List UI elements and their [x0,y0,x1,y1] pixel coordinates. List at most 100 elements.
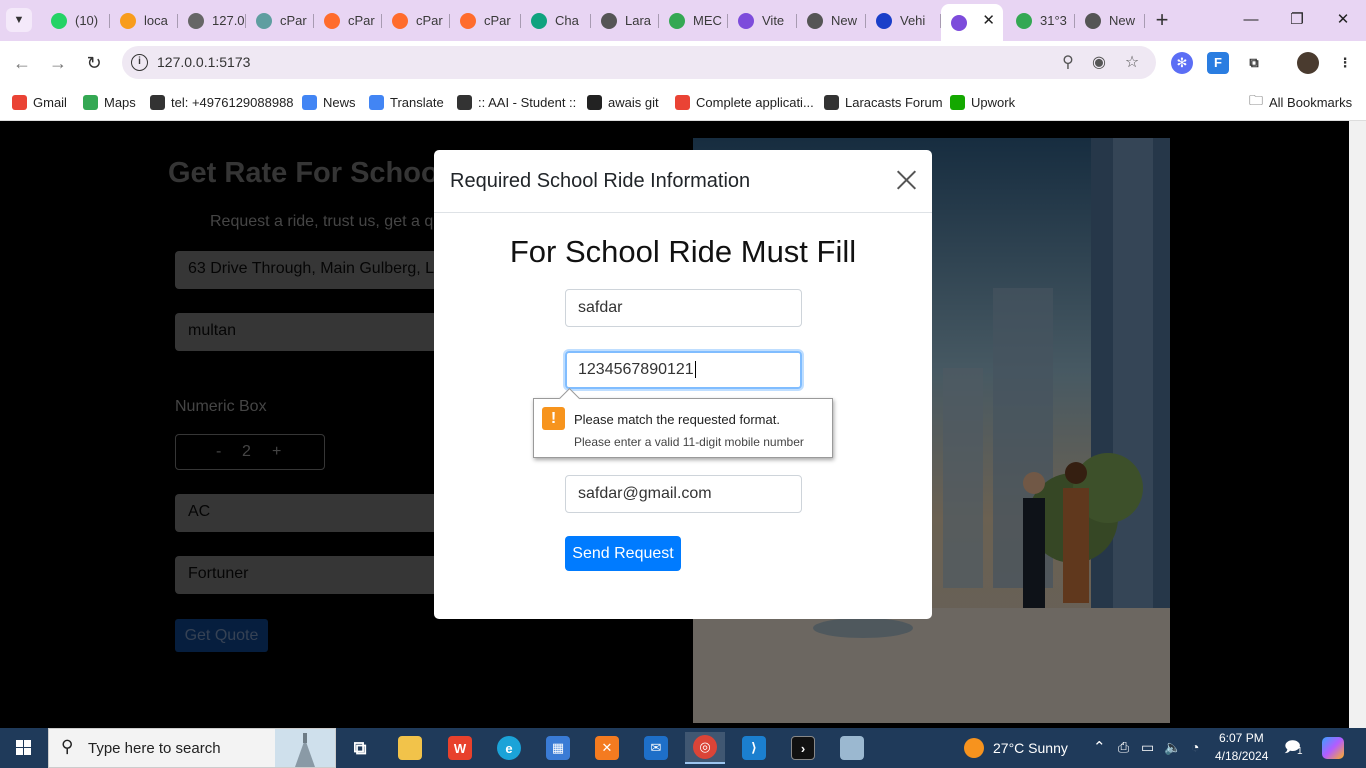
bookmark-item[interactable]: Upwork [950,92,1015,112]
whatsapp-icon [51,12,67,29]
bookmark-label: Translate [390,94,444,110]
tab-label: Vite [762,13,785,28]
arrow-right-icon: → [49,53,67,73]
bookmark-item[interactable]: awais git [587,92,659,112]
tab-separator [1144,14,1145,28]
new-tab-button[interactable]: + [1150,6,1174,34]
task-view-button[interactable]: ⧉ [340,732,380,764]
chevron-up-icon[interactable]: ⌃ [1093,738,1106,756]
tab-label: loca [144,13,168,28]
all-bookmarks[interactable]: 🗀 All Bookmarks [1249,92,1352,112]
email-field[interactable]: safdar@gmail.com [565,475,802,513]
browser-tab[interactable]: 127.0 [178,6,246,35]
browser-tab[interactable]: Vehi [866,6,941,35]
meet-now-icon[interactable]: ⎙ [1118,739,1129,756]
close-window-button[interactable]: ✕ [1320,0,1366,40]
site-info-icon[interactable]: i [131,54,148,71]
wifi-icon[interactable]: ◔ [1191,739,1199,755]
xampp-button[interactable]: ✕ [587,732,627,764]
store-button[interactable]: ▦ [538,732,578,764]
gmail-icon [12,94,27,110]
file-explorer-button[interactable] [390,732,430,764]
globe-icon [601,12,617,29]
browser-tab[interactable]: New [1075,6,1145,35]
bookmark-item[interactable]: Complete applicati... [675,92,814,112]
terminal-button[interactable]: › [783,732,823,764]
browser-tab[interactable]: New [797,6,866,35]
send-request-button[interactable]: Send Request [565,536,681,571]
reload-button[interactable]: ↻ [80,49,108,77]
bookmark-item[interactable]: :: AAI - Student :: [457,92,576,112]
browser-tab[interactable]: cPar [450,6,521,35]
bookmark-item[interactable]: Translate [369,92,444,112]
app-button[interactable] [832,732,872,764]
browser-tab[interactable]: loca [110,6,178,35]
bookmark-star-icon[interactable]: ☆ [1122,53,1142,73]
taskbar-search[interactable]: ⚲ Type here to search [48,728,336,768]
validation-detail: Please enter a valid 11-digit mobile num… [574,435,804,449]
browser-tab[interactable]: Vite [728,6,797,35]
restore-button[interactable]: ❐ [1274,0,1320,40]
close-tab-icon[interactable]: ✕ [982,11,995,29]
browser-tab[interactable]: cPar [246,6,314,35]
chrome-button[interactable]: ◎ [685,732,725,764]
bookmark-item[interactable]: tel: +4976129088988 [150,92,294,112]
extension-icon[interactable]: ✻ [1171,52,1193,74]
close-icon[interactable] [897,170,917,190]
maps-pin-icon [83,94,98,110]
globe-icon [150,94,165,110]
fi-extension-icon[interactable]: F [1207,52,1229,74]
eye-icon[interactable]: ◉ [1089,53,1109,73]
browser-tab[interactable]: cPar [314,6,382,35]
kebab-menu-icon[interactable]: ⋮ [1334,52,1356,74]
app-icon [840,736,864,760]
vscode-button[interactable]: ⟩ [734,732,774,764]
clock-time[interactable]: 6:07 PM [1219,731,1264,745]
cpanel-icon [392,12,408,29]
cpanel-icon [460,12,476,29]
bookmarks-bar: Gmail Maps tel: +4976129088988 News Translat… [0,85,1366,121]
browser-tab[interactable]: Lara [591,6,659,35]
browser-tab[interactable]: Cha [521,6,591,35]
browser-tab[interactable]: MEC [659,6,728,35]
xampp-icon: ✕ [595,736,619,760]
battery-icon[interactable]: ▭ [1141,739,1154,756]
page-scrollbar[interactable] [1349,121,1366,728]
arrow-left-icon: ← [13,53,31,73]
bookmark-item[interactable]: Gmail [12,92,67,112]
bookmark-item[interactable]: News [302,92,356,112]
avatar[interactable] [1297,52,1319,74]
minimize-button[interactable]: — [1228,0,1274,40]
bookmark-item[interactable]: Maps [83,92,136,112]
browser-tab[interactable]: ✕ [941,4,1003,41]
paper-plane-icon [824,94,839,110]
browser-tab[interactable]: 31°3 [1006,6,1075,35]
browser-tab[interactable]: (10) [41,6,110,35]
back-button[interactable]: ← [8,49,36,77]
url-text[interactable]: 127.0.0.1:5173 [157,54,250,70]
name-field[interactable]: safdar [565,289,802,327]
location-pin-icon[interactable]: ⚲ [1058,53,1078,73]
weather-text[interactable]: 27°C Sunny [993,740,1068,756]
edge-button[interactable]: e [489,732,529,764]
tab-label: (10) [75,13,99,28]
translate-icon [369,94,384,110]
puzzle-icon[interactable]: ⧉ [1243,52,1265,74]
speaker-icon[interactable]: 🔈 [1164,739,1181,756]
address-bar[interactable]: i 127.0.0.1:5173 ⚲ ◉ ☆ [122,46,1156,79]
tab-strip: ▼ (10) loca 127.0 cPar cPar cPar cPar Cha Lara ME… [0,0,1366,41]
validation-tooltip: ! Please match the requested format. Ple… [533,398,833,458]
phone-field[interactable]: 1234567890121 [565,351,802,389]
forward-button[interactable]: → [44,49,72,77]
tab-search-button[interactable]: ▼ [6,8,32,32]
browser-tab[interactable]: cPar [382,6,450,35]
start-button[interactable] [0,728,48,768]
bookmark-item[interactable]: Laracasts Forum [824,92,943,112]
copilot-icon[interactable] [1322,737,1344,759]
wps-button[interactable]: W [440,732,480,764]
tab-label: Vehi [900,13,926,28]
clock-date[interactable]: 4/18/2024 [1215,749,1268,763]
google-icon [675,94,690,110]
mail-button[interactable]: ✉ [636,732,676,764]
tab-label: MEC [693,13,722,28]
